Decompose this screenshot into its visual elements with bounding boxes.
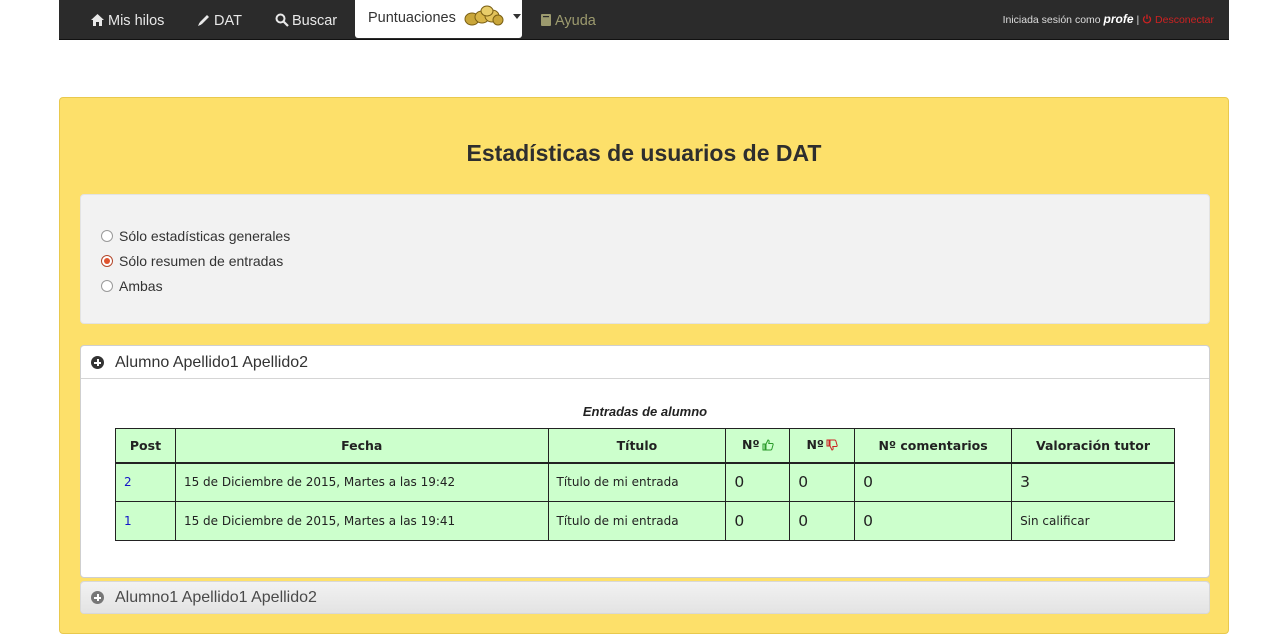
coins-icon [463,4,505,42]
col-header-dislikes: Nº [789,428,856,463]
cell-comentarios: 0 [854,501,1013,541]
cell-likes: 0 [725,501,791,541]
student-panel: Alumno Apellido1 Apellido2 Entradas de a… [80,345,1210,578]
student-panel-header[interactable]: Alumno Apellido1 Apellido2 [81,346,1209,379]
cell-fecha: 15 de Diciembre de 2015, Martes a las 19… [174,462,549,502]
col-header-dislikes-label: Nº [806,436,824,452]
chevron-down-icon [512,14,521,19]
page-title: Estadísticas de usuarios de DAT [466,140,822,166]
cell-titulo: Título de mi entrada [547,462,727,502]
view-options: Sólo estadísticas generales Sólo resumen… [80,194,1210,324]
cell-post: 1 [115,501,176,541]
option-entries-summary[interactable]: Sólo resumen de entradas [101,253,283,269]
cell-post: 2 [115,462,176,502]
student-panel-collapsed: Alumno1 Apellido1 Apellido2 [80,581,1210,614]
col-header-likes: Nº [725,428,791,463]
table-row: 1 15 de Diciembre de 2015, Martes a las … [115,501,1175,541]
cell-titulo: Título de mi entrada [547,501,727,541]
entries-table: Post Fecha Título Nº Nº Nº comentarios V… [115,428,1175,541]
col-header-likes-label: Nº [742,436,760,452]
nav-ayuda[interactable]: Ayuda [540,0,596,40]
option-both[interactable]: Ambas [101,278,163,294]
radio-general-stats[interactable] [101,230,113,242]
radio-both[interactable] [101,280,113,292]
col-header-fecha: Fecha [174,428,549,463]
logout-link[interactable]: Desconectar [1155,14,1214,26]
expand-icon [91,356,104,369]
option-entries-summary-label: Sólo resumen de entradas [119,253,284,269]
option-general-stats-label: Sólo estadísticas generales [119,228,291,244]
top-navbar: Mis hilos DAT Buscar Puntuaciones Ayuda [59,0,1229,40]
expand-icon [91,591,104,604]
cell-dislikes: 0 [789,501,856,541]
nav-mis-hilos-label: Mis hilos [108,13,165,29]
nav-buscar[interactable]: Buscar [275,0,337,40]
cell-valoracion: 3 [1011,462,1175,502]
session-prefix: Iniciada sesión como [1002,14,1101,26]
col-header-post: Post [115,428,176,463]
table-row: 2 15 de Diciembre de 2015, Martes a las … [115,462,1175,502]
student-name: Alumno Apellido1 Apellido2 [115,354,309,371]
pencil-icon [197,2,211,44]
post-link[interactable]: 1 [124,514,132,528]
nav-mis-hilos[interactable]: Mis hilos [90,0,164,40]
nav-buscar-label: Buscar [292,13,338,29]
option-both-label: Ambas [119,278,163,294]
thumbs-up-icon [762,439,774,454]
option-general-stats[interactable]: Sólo estadísticas generales [101,228,290,244]
nav-dat-label: DAT [214,13,242,29]
nav-puntuaciones-dropdown[interactable]: Puntuaciones [355,0,522,38]
cell-likes: 0 [725,462,791,502]
student-name: Alumno1 Apellido1 Apellido2 [115,589,317,606]
home-icon [90,2,105,44]
cell-valoracion: Sin calificar [1011,501,1175,541]
search-icon [275,2,289,44]
col-header-valoracion: Valoración tutor [1011,428,1175,463]
session-info: Iniciada sesión como profe | Desconectar [1003,12,1214,27]
nav-ayuda-label: Ayuda [555,13,596,29]
session-user: profe [1103,12,1134,26]
nav-dat[interactable]: DAT [197,0,242,40]
cell-comentarios: 0 [854,462,1013,502]
power-icon[interactable] [1142,14,1152,27]
nav-puntuaciones-label: Puntuaciones [368,10,456,26]
col-header-titulo: Título [547,428,727,463]
col-header-comentarios: Nº comentarios [854,428,1013,463]
cell-fecha: 15 de Diciembre de 2015, Martes a las 19… [174,501,549,541]
thumbs-down-icon [826,439,838,454]
table-header-row: Post Fecha Título Nº Nº Nº comentarios V… [115,428,1175,463]
table-caption: Entradas de alumno [582,404,708,419]
radio-entries-summary[interactable] [101,255,113,267]
student-panel-header[interactable]: Alumno1 Apellido1 Apellido2 [81,582,1209,613]
book-icon [540,2,552,44]
main-panel: Estadísticas de usuarios de DAT Sólo est… [59,97,1229,634]
cell-dislikes: 0 [789,462,856,502]
session-separator: | [1136,14,1140,26]
post-link[interactable]: 2 [124,475,132,489]
